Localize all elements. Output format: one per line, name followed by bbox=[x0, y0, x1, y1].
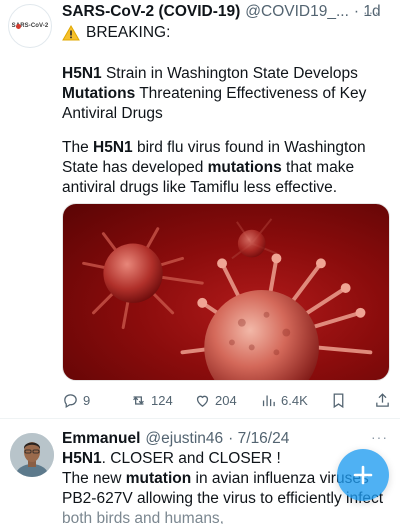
views-button[interactable]: 6.4K bbox=[260, 392, 308, 409]
virus-illustration bbox=[82, 218, 373, 380]
like-count: 204 bbox=[215, 392, 237, 408]
breaking-label: BREAKING: bbox=[86, 24, 171, 41]
author-handle[interactable]: @COVID19_... bbox=[245, 3, 349, 21]
heart-icon bbox=[196, 395, 209, 407]
tweet-header: Emmanuel @ejustin46 · 7/16/24 bbox=[62, 429, 392, 449]
bookmark-icon bbox=[333, 392, 344, 408]
person-photo-icon bbox=[10, 433, 54, 477]
tweet-first-line: H5N1. CLOSER and CLOSER ! bbox=[62, 449, 281, 469]
body-text: The bbox=[62, 139, 94, 156]
tweet-body: The H5N1 bird flu virus found in Washing… bbox=[62, 138, 392, 198]
tweet-headline: H5N1 Strain in Washington State Develops… bbox=[62, 64, 392, 124]
reply-icon bbox=[64, 393, 77, 408]
repost-icon bbox=[133, 395, 144, 405]
body-text: . CLOSER and CLOSER ! bbox=[101, 450, 281, 467]
tweet-actions: 9 124 204 6.4K bbox=[62, 390, 392, 410]
avatar[interactable]: SARS-CoV-2 bbox=[8, 4, 52, 48]
author-name[interactable]: Emmanuel bbox=[62, 430, 140, 448]
virus-logo-icon bbox=[16, 24, 21, 29]
headline-text: Strain in Washington State Develops bbox=[101, 65, 358, 82]
more-options-icon[interactable]: ··· bbox=[371, 429, 388, 445]
compose-button[interactable] bbox=[337, 449, 389, 501]
body-keyword: H5N1 bbox=[93, 139, 133, 156]
plus-icon bbox=[353, 465, 373, 485]
repost-button[interactable]: 124 bbox=[130, 392, 173, 409]
body-text-faded: both birds and humans, bbox=[62, 510, 224, 524]
share-icon bbox=[376, 392, 389, 407]
reply-button[interactable]: 9 bbox=[62, 392, 90, 409]
repost-count: 124 bbox=[151, 392, 173, 408]
body-keyword: H5N1 bbox=[62, 450, 102, 467]
warning-icon bbox=[62, 25, 80, 41]
views-count: 6.4K bbox=[281, 392, 308, 408]
reply-count: 9 bbox=[83, 392, 91, 408]
tweet-image[interactable] bbox=[62, 203, 390, 381]
headline-keyword: Mutations bbox=[62, 85, 136, 102]
body-text: The new bbox=[62, 470, 126, 487]
tweet-covid[interactable]: SARS-CoV-2 SARS-CoV-2 (COVID-19) @COVID1… bbox=[0, 0, 400, 418]
more-options-icon[interactable]: ··· bbox=[363, 4, 380, 20]
share-button[interactable] bbox=[374, 392, 395, 409]
breaking-line: BREAKING: bbox=[62, 24, 170, 42]
body-keyword: mutations bbox=[207, 159, 282, 176]
tweet-header: SARS-CoV-2 (COVID-19) @COVID19_... · 1d … bbox=[62, 2, 392, 22]
tweet-time[interactable]: · 7/16/24 bbox=[228, 430, 289, 448]
author-handle[interactable]: @ejustin46 bbox=[145, 430, 223, 448]
bookmark-button[interactable] bbox=[330, 392, 351, 409]
views-chart-icon bbox=[262, 395, 275, 406]
avatar[interactable] bbox=[10, 433, 54, 477]
author-name[interactable]: SARS-CoV-2 (COVID-19) bbox=[62, 3, 240, 21]
body-keyword: mutation bbox=[125, 470, 192, 487]
headline-keyword: H5N1 bbox=[62, 65, 102, 82]
like-button[interactable]: 204 bbox=[194, 392, 237, 409]
